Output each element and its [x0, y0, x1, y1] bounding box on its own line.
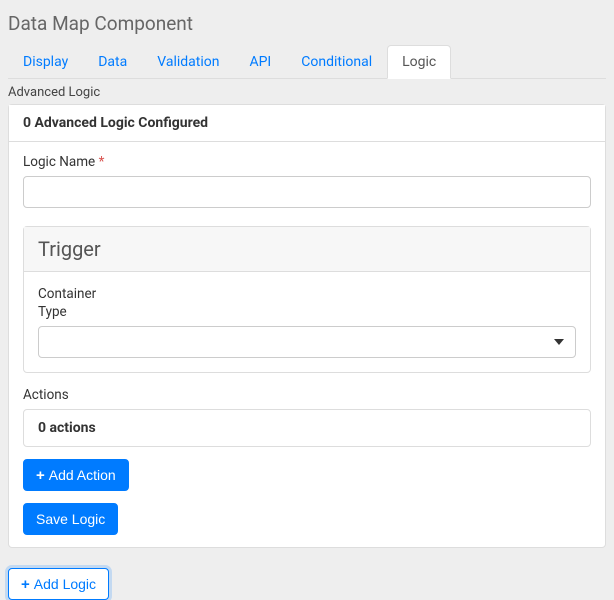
type-label: Type: [38, 304, 576, 320]
type-select[interactable]: [38, 326, 576, 358]
actions-summary: 0 actions: [23, 409, 591, 447]
outer-add-wrap: + Add Logic: [8, 556, 606, 600]
save-logic-label: Save Logic: [36, 511, 105, 527]
add-logic-button[interactable]: + Add Logic: [8, 568, 109, 600]
logic-card-body: Logic Name * Trigger Container Type Acti…: [9, 142, 605, 547]
tab-validation[interactable]: Validation: [142, 45, 234, 79]
configured-count-header: 0 Advanced Logic Configured: [9, 105, 605, 142]
plus-icon: +: [36, 468, 45, 483]
page-title: Data Map Component: [8, 8, 606, 45]
trigger-header: Trigger: [24, 227, 590, 272]
tab-data[interactable]: Data: [83, 45, 142, 79]
logic-name-label: Logic Name *: [23, 154, 591, 170]
actions-label: Actions: [23, 387, 591, 403]
required-asterisk: *: [99, 154, 105, 170]
add-action-label: Add Action: [49, 467, 116, 483]
type-select-wrap: [38, 326, 576, 358]
tab-display[interactable]: Display: [8, 45, 83, 79]
trigger-body: Container Type: [24, 272, 590, 372]
section-label-advanced-logic: Advanced Logic: [8, 79, 606, 104]
tab-conditional[interactable]: Conditional: [286, 45, 387, 79]
trigger-card: Trigger Container Type: [23, 226, 591, 373]
logic-name-label-text: Logic Name: [23, 154, 95, 170]
save-logic-button[interactable]: Save Logic: [23, 503, 118, 535]
tab-bar: Display Data Validation API Conditional …: [8, 45, 606, 79]
tab-api[interactable]: API: [234, 45, 286, 79]
logic-name-input[interactable]: [23, 176, 591, 208]
plus-icon: +: [21, 577, 30, 592]
tab-logic[interactable]: Logic: [387, 45, 451, 79]
advanced-logic-card: 0 Advanced Logic Configured Logic Name *…: [8, 104, 606, 548]
add-logic-label: Add Logic: [34, 576, 96, 592]
container-label: Container: [38, 286, 576, 302]
add-action-button[interactable]: + Add Action: [23, 459, 129, 491]
